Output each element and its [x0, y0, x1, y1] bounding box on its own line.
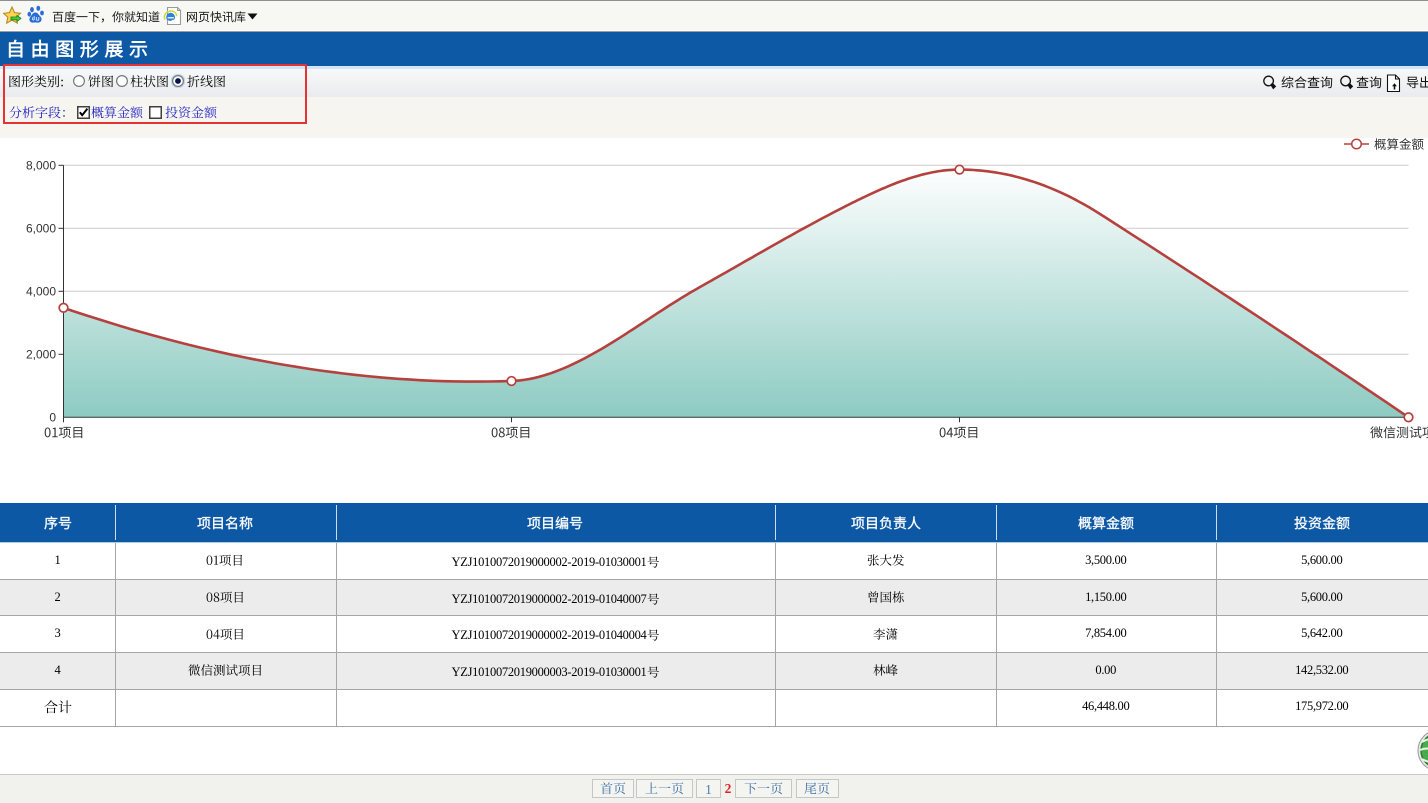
svg-text:6,000: 6,000 — [26, 222, 56, 236]
svg-text:0: 0 — [49, 411, 56, 425]
svg-text:8,000: 8,000 — [26, 159, 56, 173]
svg-text:4,000: 4,000 — [26, 285, 56, 299]
svg-text:2,000: 2,000 — [26, 348, 56, 362]
